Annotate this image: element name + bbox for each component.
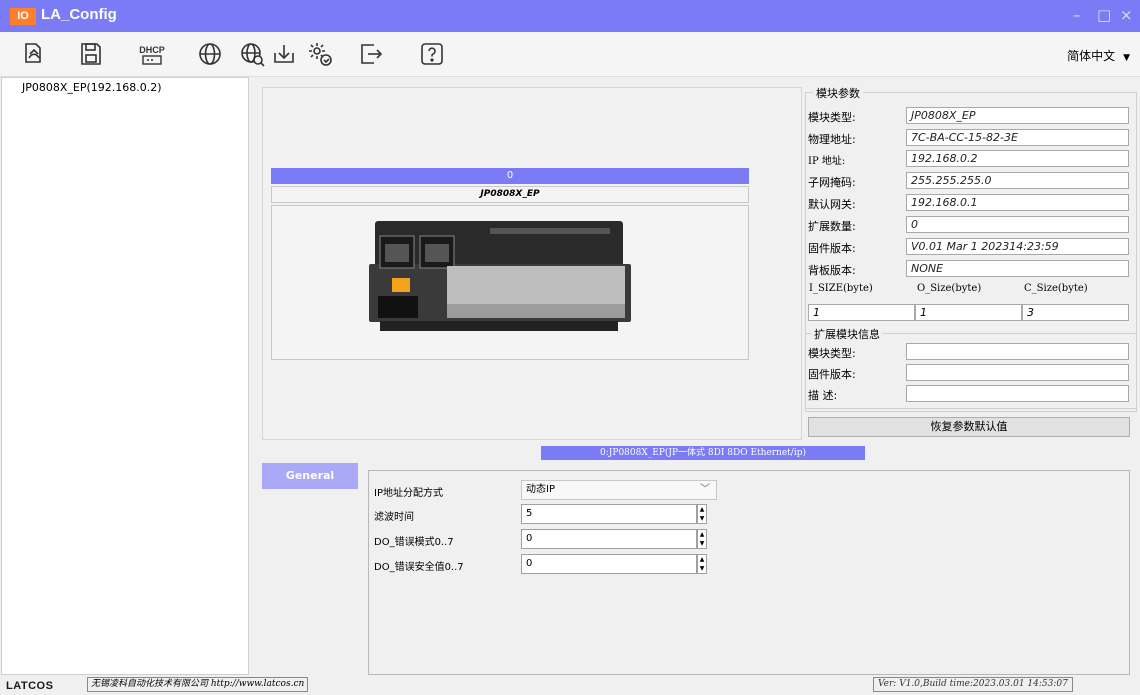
param-label: 默认网关: — [808, 198, 856, 211]
restore-defaults-button[interactable]: 恢复参数默认值 — [808, 417, 1130, 437]
toolbar: DHCP 简体中文 ▼ — [0, 32, 1140, 77]
device-panel: 0 JP0808X_EP — [262, 87, 802, 440]
title-bar: IO LA_Config – □ × — [0, 0, 1140, 32]
help-icon[interactable] — [418, 40, 446, 68]
ip-mode-value: 动态IP — [526, 484, 555, 495]
ext-description-field[interactable] — [906, 385, 1129, 402]
param-label: 固件版本: — [808, 242, 856, 255]
minimize-button[interactable]: – — [1073, 6, 1081, 24]
do-error-safe-label: DO_错误安全值0..7 — [374, 562, 464, 573]
ext-firmware-field[interactable] — [906, 364, 1129, 381]
chevron-down-icon: ▼ — [1123, 53, 1130, 63]
param-label: 物理地址: — [808, 133, 856, 146]
firmware-version-field[interactable]: V0.01 Mar 1 202314:23:59 — [906, 238, 1129, 255]
spin-down-icon[interactable]: ▼ — [698, 539, 706, 548]
param-label: 子网掩码: — [808, 176, 856, 189]
version-info: Ver: V1.0,Build time:2023.03.01 14:53:07 — [873, 677, 1073, 692]
subnet-mask-field[interactable]: 255.255.255.0 — [906, 172, 1129, 189]
filter-time-input[interactable]: 5 — [521, 504, 697, 524]
module-image-box[interactable] — [271, 205, 749, 360]
do-error-mode-spinner[interactable]: ▲ ▼ — [697, 529, 707, 549]
module-params: 模块参数 模块类型: JP0808X_EP 物理地址: 7C-BA-CC-15-82… — [805, 85, 1137, 439]
mac-address-field[interactable]: 7C-BA-CC-15-82-3E — [906, 129, 1129, 146]
device-tree: JP0808X_EP(192.168.0.2) — [1, 77, 249, 675]
ext-module-type-field[interactable] — [906, 343, 1129, 360]
ip-address-field[interactable]: 192.168.0.2 — [906, 150, 1129, 167]
chevron-down-icon: ﹀ — [700, 484, 710, 495]
tab-general[interactable]: General — [262, 463, 358, 489]
spin-down-icon[interactable]: ▼ — [698, 514, 706, 523]
module-image — [369, 221, 631, 331]
i-size-field[interactable]: 1 — [808, 304, 915, 321]
do-error-mode-input[interactable]: 0 — [521, 529, 697, 549]
i-size-header: I_SIZE(byte) — [809, 283, 873, 294]
o-size-header: O_Size(byte) — [917, 283, 982, 294]
slot-header[interactable]: 0 — [271, 168, 749, 184]
gateway-field[interactable]: 192.168.0.1 — [906, 194, 1129, 211]
param-label: 扩展数量: — [808, 220, 856, 233]
do-error-safe-input[interactable]: 0 — [521, 554, 697, 574]
network-globe-icon[interactable] — [196, 40, 224, 68]
ext-label: 描 述: — [808, 389, 838, 402]
settings-panel: IP地址分配方式 动态IP ﹀ 滤波时间 5 ▲ ▼ DO_错误模式0..7 0 ▲… — [368, 470, 1130, 675]
spin-up-icon[interactable]: ▲ — [698, 555, 706, 564]
param-label: IP 地址: — [808, 156, 846, 167]
c-size-header: C_Size(byte) — [1024, 283, 1088, 294]
close-button[interactable]: × — [1120, 6, 1133, 24]
app-title: LA_Config — [41, 6, 117, 23]
spin-up-icon[interactable]: ▲ — [698, 530, 706, 539]
dhcp-icon[interactable]: DHCP — [138, 40, 166, 68]
module-status-label: 0:JP0808X_EP(JP一体式 8DI 8DO Ethernet/ip) — [541, 446, 865, 460]
do-error-safe-spinner[interactable]: ▲ ▼ — [697, 554, 707, 574]
param-label: 背板版本: — [808, 264, 856, 277]
app-logo: IO — [10, 8, 36, 25]
spin-up-icon[interactable]: ▲ — [698, 505, 706, 514]
params-legend: 模块参数 — [813, 85, 863, 101]
language-select[interactable]: 简体中文 ▼ — [1067, 47, 1130, 64]
dhcp-label: DHCP — [139, 45, 165, 55]
language-label: 简体中文 — [1067, 49, 1116, 63]
download-icon[interactable] — [270, 40, 298, 68]
import-icon[interactable] — [356, 40, 384, 68]
filter-time-label: 滤波时间 — [374, 512, 414, 523]
settings-icon[interactable] — [306, 40, 334, 68]
find-device-icon[interactable] — [239, 40, 267, 68]
save-icon[interactable] — [77, 40, 105, 68]
ext-label: 模块类型: — [808, 347, 856, 360]
ext-label: 固件版本: — [808, 368, 856, 381]
module-name-label: JP0808X_EP — [271, 186, 749, 203]
ip-mode-label: IP地址分配方式 — [374, 488, 443, 499]
company-logo: LATCOS — [6, 680, 54, 692]
maximize-button[interactable]: □ — [1097, 6, 1111, 24]
search-device-icon[interactable] — [20, 40, 48, 68]
param-label: 模块类型: — [808, 111, 856, 124]
c-size-field[interactable]: 3 — [1022, 304, 1129, 321]
do-error-mode-label: DO_错误模式0..7 — [374, 537, 454, 548]
ext-module-legend: 扩展模块信息 — [811, 326, 883, 342]
spin-down-icon[interactable]: ▼ — [698, 564, 706, 573]
tree-item-device[interactable]: JP0808X_EP(192.168.0.2) — [22, 81, 162, 94]
o-size-field[interactable]: 1 — [915, 304, 1022, 321]
backplane-version-field[interactable]: NONE — [906, 260, 1129, 277]
extension-count-field[interactable]: 0 — [906, 216, 1129, 233]
company-info: 无锡凌科自动化技术有限公司 http://www.latcos.cn — [87, 677, 309, 692]
filter-time-spinner[interactable]: ▲ ▼ — [697, 504, 707, 524]
module-type-field[interactable]: JP0808X_EP — [906, 107, 1129, 124]
ip-mode-select[interactable]: 动态IP ﹀ — [521, 480, 717, 500]
